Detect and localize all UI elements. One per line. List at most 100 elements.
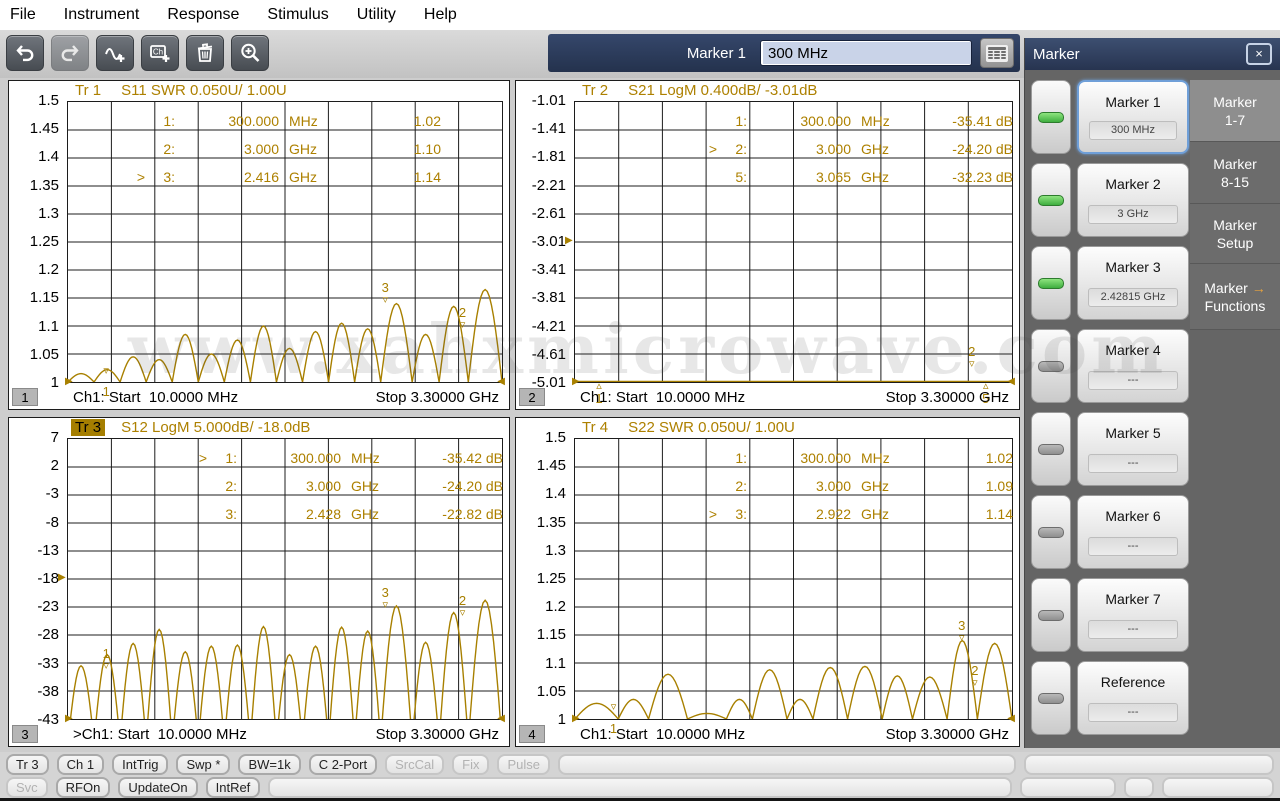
readout-cell: 5: [717, 169, 747, 185]
reference-level-icon: ▶ [565, 236, 573, 246]
status-fix[interactable]: Fix [452, 754, 489, 775]
footer-start-label: Ch1: Start 10.0000 MHz [580, 389, 745, 406]
readout-cell: MHz [851, 113, 903, 129]
status-row-2: Svc RFOn UpdateOn IntRef [6, 777, 1274, 798]
marker-toggle-4[interactable] [1031, 329, 1071, 403]
y-tick-label: 1.1 [516, 655, 566, 672]
add-trace-button[interactable] [96, 35, 134, 71]
readout-value: -35.42 dB [393, 450, 505, 466]
trace-measurement: S11 SWR 0.050U/ 1.00U [121, 82, 287, 99]
marker-readout-row: 1:300.000MHz1.02 [701, 444, 1015, 472]
marker-button-7[interactable]: Marker 7--- [1077, 578, 1189, 652]
marker-button-label: Marker 5 [1078, 425, 1188, 441]
sweep-start-icon: ▶ [65, 377, 73, 387]
status-intref[interactable]: IntRef [206, 777, 261, 798]
marker-row: Marker 6--- [1031, 495, 1189, 569]
readout-cell: GHz [851, 478, 903, 494]
marker-button-label: Marker 3 [1078, 259, 1188, 275]
marker-entry-bar: Marker 1 [548, 34, 1020, 72]
marker-readout-row: >3:2.416GHz1.14 [129, 163, 505, 191]
sweep-stop-icon: ◀ [1007, 377, 1015, 387]
readout-cell: 3.000 [175, 141, 279, 157]
plot-marker-symbol: ▿ [103, 366, 109, 377]
status-swp-[interactable]: Swp * [176, 754, 230, 775]
y-tick-label: -1.41 [516, 120, 566, 137]
status-inttrig[interactable]: IntTrig [112, 754, 168, 775]
status-bw-1k[interactable]: BW=1k [238, 754, 300, 775]
marker-readouts: >1:300.000MHz-35.42 dB2:3.000GHz-24.20 d… [191, 444, 505, 528]
status-svc[interactable]: Svc [6, 777, 48, 798]
status-ch-1[interactable]: Ch 1 [57, 754, 104, 775]
tab-line1: Marker → [1190, 280, 1280, 296]
marker-button-2[interactable]: Marker 23 GHz [1077, 163, 1189, 237]
marker-row: Marker 7--- [1031, 578, 1189, 652]
marker-toggle-7[interactable] [1031, 578, 1071, 652]
readout-cell: 3.000 [237, 478, 341, 494]
marker-button-label: Reference [1078, 674, 1188, 690]
tab-marker-8-15[interactable]: Marker8-15 [1190, 142, 1280, 204]
led-indicator [1038, 693, 1064, 704]
trace-label: Tr 3 [71, 419, 105, 436]
delete-button[interactable] [186, 35, 224, 71]
y-tick-label: 1.45 [9, 120, 59, 137]
readout-value: 1.02 [903, 450, 1015, 466]
marker-toggle-5[interactable] [1031, 412, 1071, 486]
y-tick-label: -28 [9, 626, 59, 643]
menu-item-response[interactable]: Response [153, 0, 253, 30]
menu-item-file[interactable]: File [0, 0, 50, 30]
marker-button-value: 300 MHz [1089, 121, 1177, 140]
marker-readouts: 1:300.000MHz1.022:3.000GHz1.10>3:2.416GH… [129, 107, 505, 191]
marker-value-input[interactable] [763, 42, 972, 64]
y-tick-label: 1.25 [9, 233, 59, 250]
marker-button-6[interactable]: Marker 6--- [1077, 495, 1189, 569]
marker-toggle-6[interactable] [1031, 495, 1071, 569]
status-pulse[interactable]: Pulse [497, 754, 550, 775]
status-rfon[interactable]: RFOn [56, 777, 111, 798]
menu-item-instrument[interactable]: Instrument [50, 0, 154, 30]
tab-line2: 1-7 [1190, 112, 1280, 128]
menu-item-utility[interactable]: Utility [343, 0, 410, 30]
marker-entry-label: Marker 1 [687, 45, 746, 62]
marker-row: Marker 5--- [1031, 412, 1189, 486]
y-tick-label: 1.3 [516, 542, 566, 559]
tab-marker-setup[interactable]: MarkerSetup [1190, 204, 1280, 264]
status-updateon[interactable]: UpdateOn [118, 777, 197, 798]
marker-readout-row: 1:300.000MHz1.02 [129, 107, 505, 135]
keypad-button[interactable] [980, 38, 1014, 68]
tab-marker-1-7[interactable]: Marker1-7 [1190, 80, 1280, 142]
marker-button-1[interactable]: Marker 1300 MHz [1077, 80, 1189, 154]
y-tick-label: 1.25 [516, 570, 566, 587]
tab-marker-functions[interactable]: Marker →Functions [1190, 264, 1280, 330]
marker-readout-row: >1:300.000MHz-35.42 dB [191, 444, 505, 472]
marker-button-8[interactable]: Reference--- [1077, 661, 1189, 735]
status-srccal[interactable]: SrcCal [385, 754, 444, 775]
marker-readout-row: 5:3.065GHz-32.23 dB [701, 163, 1015, 191]
marker-button-5[interactable]: Marker 5--- [1077, 412, 1189, 486]
marker-toggle-3[interactable] [1031, 246, 1071, 320]
marker-toggle-8[interactable] [1031, 661, 1071, 735]
add-channel-button[interactable]: Ch [141, 35, 179, 71]
marker-button-4[interactable]: Marker 4--- [1077, 329, 1189, 403]
status-c-2-port[interactable]: C 2-Port [309, 754, 377, 775]
close-icon[interactable]: × [1246, 43, 1272, 65]
menu-item-stimulus[interactable]: Stimulus [253, 0, 342, 30]
marker-toggle-1[interactable] [1031, 80, 1071, 154]
reference-level-icon: ▶ [58, 573, 66, 583]
marker-value-field [760, 40, 972, 66]
plot-marker-symbol: ▿ [969, 359, 975, 370]
plot-marker-label: 1 [103, 647, 110, 660]
footer-start-label: Ch1: Start 10.0000 MHz [580, 726, 745, 743]
sweep-start-icon: ▶ [65, 714, 73, 724]
marker-button-3[interactable]: Marker 32.42815 GHz [1077, 246, 1189, 320]
svg-text:Ch: Ch [153, 48, 163, 57]
redo-button[interactable] [51, 35, 89, 71]
y-tick-label: 1.35 [9, 177, 59, 194]
readout-value: 1.14 [903, 506, 1015, 522]
zoom-button[interactable] [231, 35, 269, 71]
y-tick-label: 1.05 [516, 683, 566, 700]
status-tr-3[interactable]: Tr 3 [6, 754, 49, 775]
undo-button[interactable] [6, 35, 44, 71]
menu-item-help[interactable]: Help [410, 0, 471, 30]
marker-toggle-2[interactable] [1031, 163, 1071, 237]
y-tick-label: 1.4 [9, 148, 59, 165]
